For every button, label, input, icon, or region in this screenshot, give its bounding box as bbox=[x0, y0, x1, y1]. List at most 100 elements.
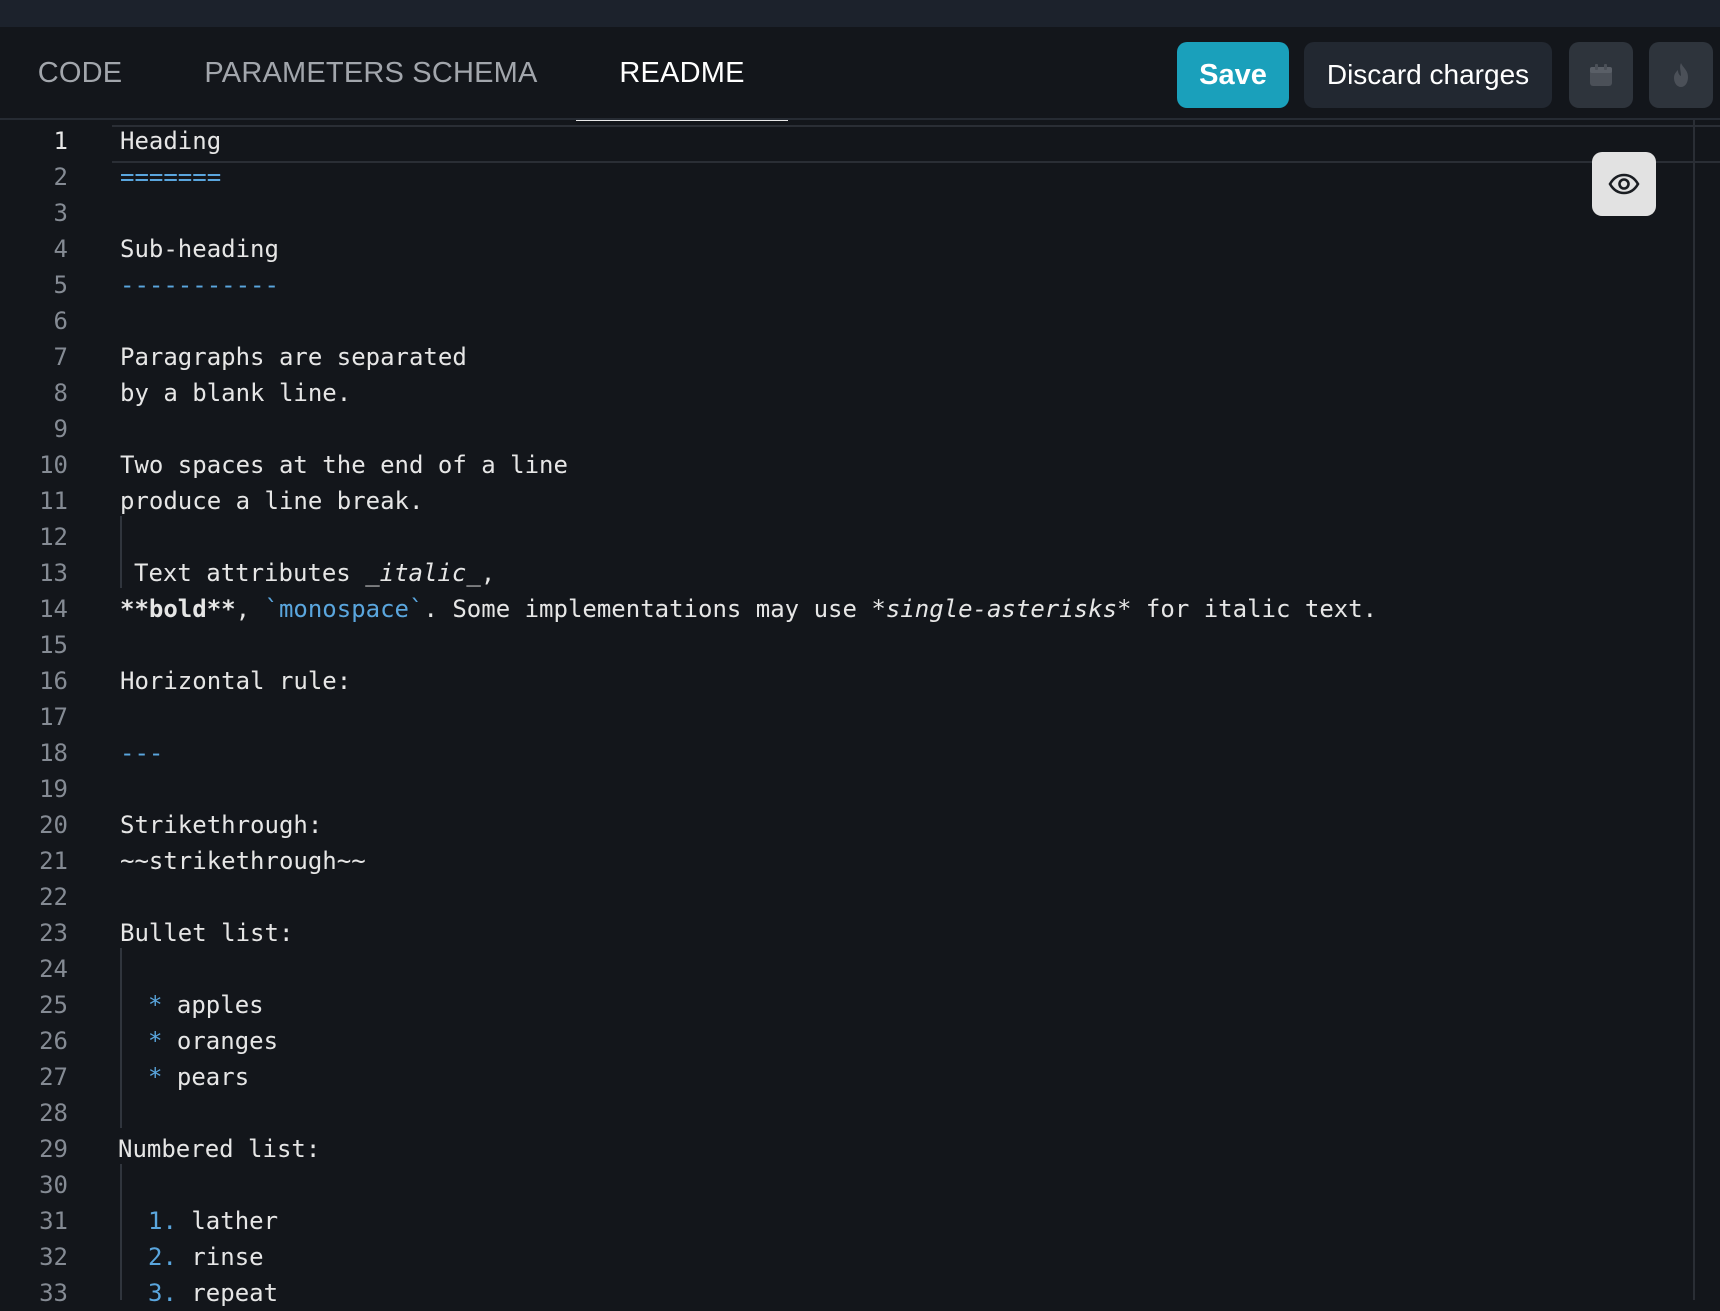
editor-line: 6 bbox=[0, 303, 1700, 339]
plain-text: . Some implementations may use bbox=[423, 595, 872, 623]
editor-line: 15 bbox=[0, 627, 1700, 663]
list-item-text: apples bbox=[162, 991, 264, 1019]
list-item-text: pears bbox=[162, 1063, 250, 1091]
code-text[interactable]: ----------- bbox=[120, 267, 279, 303]
editor-line: 26 * oranges bbox=[0, 1023, 1700, 1059]
code-text[interactable]: by a blank line. bbox=[120, 375, 351, 411]
code-text[interactable]: Numbered list: bbox=[118, 1131, 320, 1167]
editor-line: 3 bbox=[0, 195, 1700, 231]
line-number: 23 bbox=[39, 919, 68, 947]
code-text[interactable]: Heading bbox=[120, 123, 221, 159]
inline-code: `monospace` bbox=[264, 595, 424, 623]
line-number: 7 bbox=[53, 343, 68, 371]
tab-readme[interactable]: README bbox=[576, 27, 788, 121]
line-number: 2 bbox=[53, 163, 68, 191]
calendar-icon bbox=[1590, 64, 1612, 86]
line-number: 4 bbox=[53, 235, 68, 263]
editor-line: 19 bbox=[0, 771, 1700, 807]
editor-line: 7 Paragraphs are separated bbox=[0, 339, 1700, 375]
tab-parameters-schema[interactable]: PARAMETERS SCHEMA bbox=[202, 27, 540, 119]
editor-line: 33 3. repeat bbox=[0, 1275, 1700, 1311]
editor-line: 28 bbox=[0, 1095, 1700, 1131]
line-number: 13 bbox=[39, 559, 68, 587]
code-text[interactable]: Sub-heading bbox=[120, 231, 279, 267]
preview-toggle-button[interactable] bbox=[1592, 152, 1656, 216]
list-item-text: lather bbox=[176, 1207, 279, 1235]
editor-line: 27 * pears bbox=[0, 1059, 1700, 1095]
editor-line: 30 bbox=[0, 1167, 1700, 1203]
code-text[interactable]: 3. repeat bbox=[148, 1275, 278, 1311]
window-top-strip bbox=[0, 0, 1720, 27]
list-marker: 2. bbox=[148, 1243, 177, 1271]
line-number: 3 bbox=[53, 199, 68, 227]
save-button[interactable]: Save bbox=[1177, 42, 1289, 108]
code-text[interactable]: Paragraphs are separated bbox=[120, 339, 467, 375]
line-number: 29 bbox=[39, 1135, 68, 1163]
markdown-syntax: ----------- bbox=[120, 271, 279, 299]
list-marker: * bbox=[148, 991, 163, 1019]
editor-line: 20 Strikethrough: bbox=[0, 807, 1700, 843]
markdown-syntax: --- bbox=[120, 739, 164, 767]
line-number: 5 bbox=[53, 271, 68, 299]
line-number: 27 bbox=[39, 1063, 68, 1091]
schedule-button[interactable] bbox=[1569, 42, 1633, 108]
line-number: 19 bbox=[39, 775, 68, 803]
code-text[interactable]: Text attributes _italic_, bbox=[134, 555, 495, 591]
code-text[interactable]: 1. lather bbox=[148, 1203, 278, 1239]
bold-text: **bold** bbox=[120, 595, 236, 623]
list-item-text: repeat bbox=[176, 1279, 279, 1307]
code-text[interactable]: Strikethrough: bbox=[120, 807, 322, 843]
run-button[interactable] bbox=[1649, 42, 1713, 108]
editor-line: 31 1. lather bbox=[0, 1203, 1700, 1239]
code-text[interactable]: Horizontal rule: bbox=[120, 663, 351, 699]
line-number: 25 bbox=[39, 991, 68, 1019]
editor-line: 32 2. rinse bbox=[0, 1239, 1700, 1275]
list-item-text: oranges bbox=[162, 1027, 279, 1055]
editor-scrollbar[interactable] bbox=[1693, 120, 1695, 1300]
code-text[interactable]: Bullet list: bbox=[120, 915, 293, 951]
editor-line: 24 bbox=[0, 951, 1700, 987]
code-text[interactable]: ======= bbox=[120, 159, 221, 195]
editor-line: 1 Heading bbox=[0, 123, 1700, 159]
plain-text: , bbox=[480, 559, 496, 587]
line-number: 16 bbox=[39, 667, 68, 695]
editor-line: 14 **bold**, `monospace`. Some implement… bbox=[0, 591, 1700, 627]
plain-text: for italic text. bbox=[1131, 595, 1378, 623]
line-number: 10 bbox=[39, 451, 68, 479]
tab-code[interactable]: CODE bbox=[28, 27, 132, 119]
editor-line: 16 Horizontal rule: bbox=[0, 663, 1700, 699]
code-text[interactable]: * apples bbox=[148, 987, 264, 1023]
code-text[interactable]: * pears bbox=[148, 1059, 249, 1095]
eye-icon bbox=[1608, 173, 1640, 195]
editor-line: 11 produce a line break. bbox=[0, 483, 1700, 519]
code-text[interactable]: Two spaces at the end of a line bbox=[120, 447, 568, 483]
code-text[interactable]: produce a line break. bbox=[120, 483, 423, 519]
line-number: 31 bbox=[39, 1207, 68, 1235]
line-number: 32 bbox=[39, 1243, 68, 1271]
italic-text: _italic_ bbox=[365, 559, 481, 587]
plain-text: , bbox=[235, 595, 265, 623]
line-number: 15 bbox=[39, 631, 68, 659]
line-number: 18 bbox=[39, 739, 68, 767]
list-marker: 1. bbox=[148, 1207, 177, 1235]
line-number: 20 bbox=[39, 811, 68, 839]
code-text[interactable]: * oranges bbox=[148, 1023, 278, 1059]
line-number: 1 bbox=[53, 127, 68, 155]
markdown-editor[interactable]: 1 Heading 2 ======= 3 4 Sub-heading 5 --… bbox=[0, 120, 1720, 1307]
editor-line: 23 Bullet list: bbox=[0, 915, 1700, 951]
code-text[interactable]: --- bbox=[120, 735, 163, 771]
line-number: 12 bbox=[39, 523, 68, 551]
line-number: 26 bbox=[39, 1027, 68, 1055]
code-text[interactable]: **bold**, `monospace`. Some implementati… bbox=[120, 591, 1377, 627]
code-text[interactable]: ~~strikethrough~~ bbox=[120, 843, 366, 879]
editor-line: 18 --- bbox=[0, 735, 1700, 771]
discard-changes-button[interactable]: Discard charges bbox=[1304, 42, 1552, 108]
code-text[interactable]: 2. rinse bbox=[148, 1239, 264, 1275]
editor-line: 4 Sub-heading bbox=[0, 231, 1700, 267]
line-number: 21 bbox=[39, 847, 68, 875]
editor-line: 2 ======= bbox=[0, 159, 1700, 195]
markdown-syntax: ======= bbox=[120, 163, 222, 191]
line-number: 24 bbox=[39, 955, 68, 983]
italic-text: *single-asterisks* bbox=[871, 595, 1132, 623]
list-marker: * bbox=[148, 1027, 163, 1055]
